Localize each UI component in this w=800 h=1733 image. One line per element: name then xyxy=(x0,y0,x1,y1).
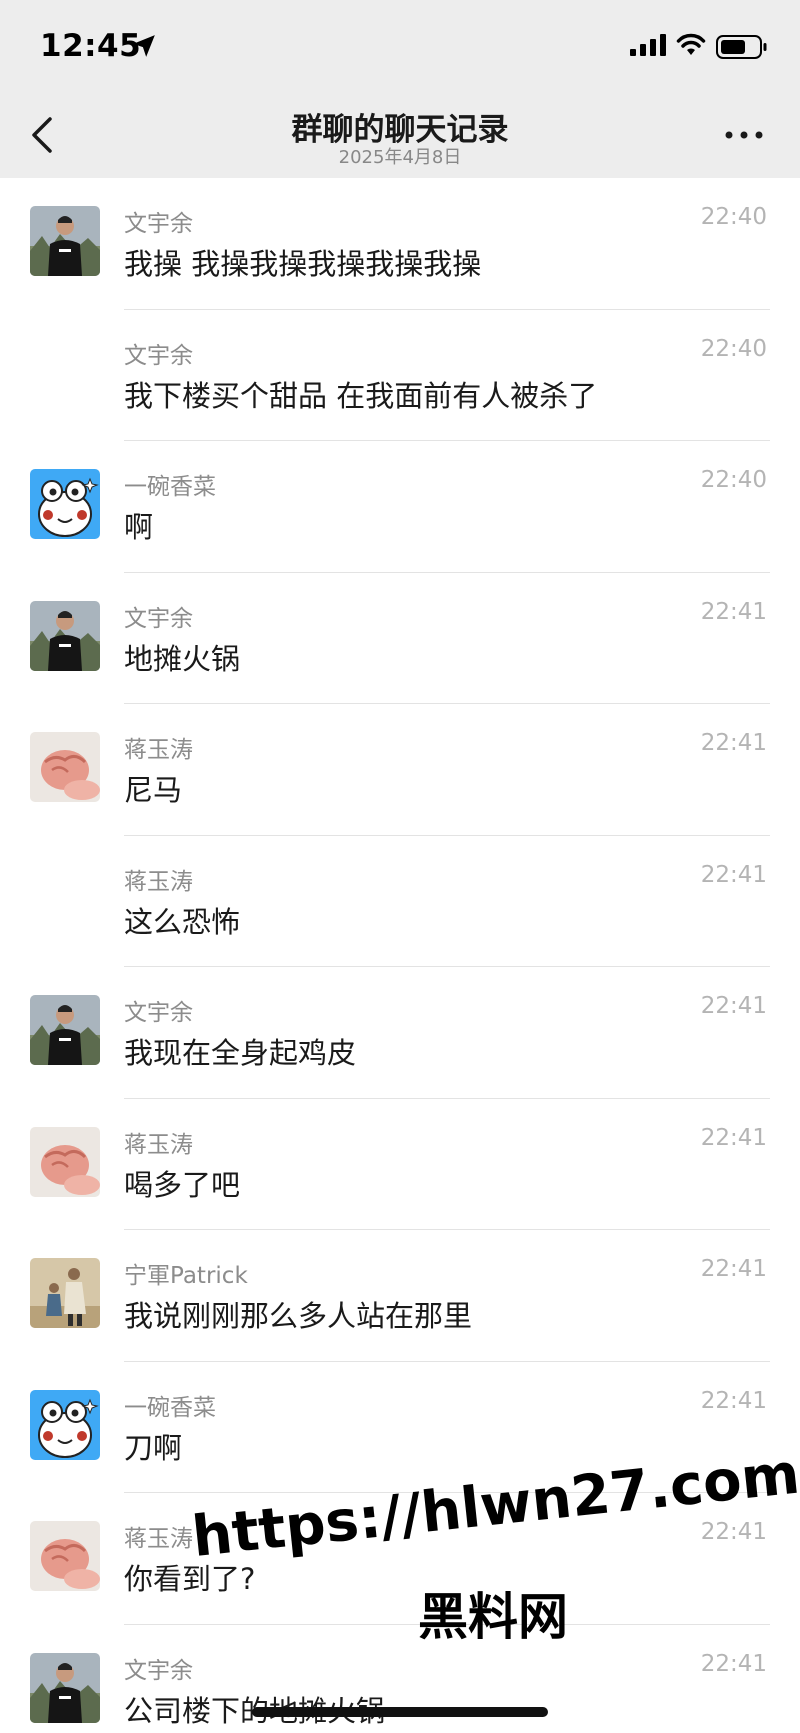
message-time: 22:41 xyxy=(700,993,767,1019)
message-row[interactable]: 一碗香菜啊 22:40 xyxy=(0,441,800,573)
message-row[interactable]: 文宇余我现在全身起鸡皮 22:41 xyxy=(0,967,800,1099)
message-time: 22:41 xyxy=(700,1124,767,1151)
message-text: 我下楼买个甜品 在我面前有人被杀了 xyxy=(124,378,598,413)
avatar-cartoon-frog[interactable] xyxy=(30,469,100,539)
message-time: 22:41 xyxy=(700,1387,767,1414)
message-text: 这么恐怖 xyxy=(124,904,241,939)
message-text: 刀啊 xyxy=(124,1430,183,1465)
message-row[interactable]: 宁軍Patrick 我说刚刚那么多人站在那里 22:41 xyxy=(0,1230,800,1362)
message-text: 我现在全身起鸡皮 xyxy=(124,1036,357,1070)
message-time: 22:41 xyxy=(700,861,767,888)
sender-name: 宁軍Patrick xyxy=(124,1263,248,1289)
message-text: 尼马 xyxy=(124,773,183,807)
message-time: 22:41 xyxy=(700,1650,767,1677)
avatar-baby-fist[interactable] xyxy=(30,732,100,802)
message-row[interactable]: 一碗香菜刀啊 22:41 xyxy=(0,1362,800,1493)
message-row[interactable]: 文宇余地摊火锅 22:41 xyxy=(0,573,800,704)
message-text: 啊 xyxy=(124,510,154,544)
sender-name: 文宇余 xyxy=(124,1000,193,1026)
message-time: 22:41 xyxy=(700,598,767,625)
message-row[interactable]: 蒋玉涛喝多了吧 22:41 xyxy=(0,1099,800,1230)
avatar-baby-fist[interactable] xyxy=(30,1126,100,1197)
avatar-cartoon-frog[interactable] xyxy=(30,1389,100,1460)
message-text: 我说刚刚那么多人站在那里 xyxy=(124,1299,473,1333)
message-row[interactable]: 蒋玉涛这么恐怖 22:41 xyxy=(0,836,800,967)
sender-name: 蒋玉涛 xyxy=(124,1131,193,1158)
message-time: 22:40 xyxy=(700,204,767,230)
message-text: 地摊火锅 xyxy=(124,641,241,676)
header: 12:45 群聊的聊天记录 2025年4月8日 xyxy=(0,0,800,178)
page-subtitle-date: 2025年4月8日 xyxy=(338,147,462,168)
sender-name: 文宇余 xyxy=(124,605,193,632)
avatar-people-photo[interactable] xyxy=(30,1258,100,1328)
sender-name: 文宇余 xyxy=(124,342,193,369)
message-time: 22:41 xyxy=(700,1256,767,1282)
location-arrow-icon xyxy=(133,35,155,57)
avatar-person-dark-shirt[interactable] xyxy=(30,995,100,1065)
message-text: 喝多了吧 xyxy=(124,1167,241,1202)
sender-name: 文宇余 xyxy=(124,1657,193,1684)
message-row[interactable]: 文宇余我下楼买个甜品 在我面前有人被杀了 22:40 xyxy=(0,310,800,441)
message-time: 22:41 xyxy=(700,1519,767,1545)
avatar-person-dark-shirt[interactable] xyxy=(30,1652,100,1723)
message-row[interactable]: 蒋玉涛尼马 22:41 xyxy=(0,704,800,836)
sender-name: 一碗香菜 xyxy=(124,1394,216,1421)
message-time: 22:40 xyxy=(700,335,767,362)
avatar-person-dark-shirt[interactable] xyxy=(30,206,100,276)
message-time: 22:41 xyxy=(700,730,767,756)
wifi-icon xyxy=(676,33,706,55)
sender-name: 文宇余 xyxy=(124,211,193,237)
more-options-icon[interactable] xyxy=(724,128,764,142)
sender-name: 蒋玉涛 xyxy=(124,737,193,763)
sender-name: 蒋玉涛 xyxy=(124,1526,193,1552)
chat-history-list: 文宇余 我操 我操我操我操我操我操 22:40 文宇余 我下楼买个甜品 在我面前有人被杀… xyxy=(0,178,800,1733)
cellular-signal-icon xyxy=(630,34,666,56)
message-row[interactable]: 蒋玉涛你看到了? 22:41 xyxy=(0,1493,800,1625)
sender-name: 一碗香菜 xyxy=(124,474,216,500)
message-text: 我操 我操我操我操我操我操 xyxy=(124,247,482,281)
avatar-baby-fist[interactable] xyxy=(30,1521,100,1591)
avatar-person-dark-shirt[interactable] xyxy=(30,600,100,671)
home-indicator[interactable] xyxy=(252,1707,548,1717)
message-text: 你看到了? xyxy=(124,1562,256,1596)
sender-name: 蒋玉涛 xyxy=(124,868,193,895)
message-row[interactable]: 文宇余我操 我操我操我操我操我操 22:40 xyxy=(0,178,800,310)
message-time: 22:40 xyxy=(700,467,767,493)
status-time: 12:45 xyxy=(40,28,142,64)
battery-icon xyxy=(716,35,767,59)
